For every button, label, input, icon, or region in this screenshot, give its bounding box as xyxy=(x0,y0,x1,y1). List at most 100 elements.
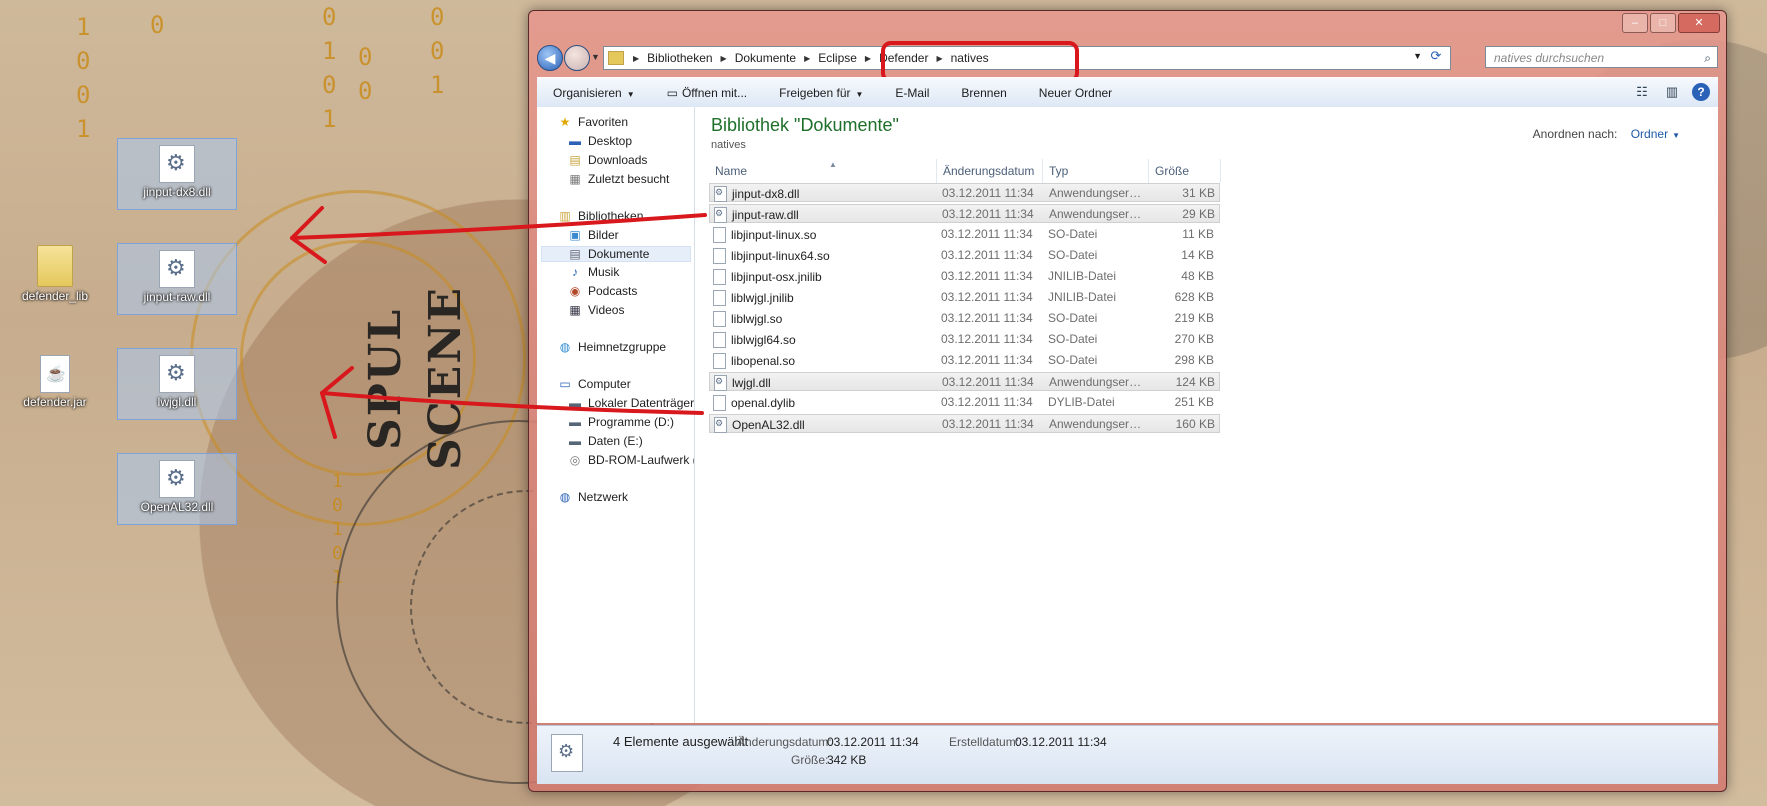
desktop-icon-defender-jar[interactable]: defender.jar xyxy=(0,355,110,425)
nav-music[interactable]: ♪ Musik xyxy=(567,265,619,279)
nav-label: Desktop xyxy=(588,134,633,148)
breadcrumb-eclipse[interactable]: Eclipse xyxy=(813,51,862,65)
file-type: Anwendungserwe... xyxy=(1049,207,1149,221)
file-row[interactable]: openal.dylib 03.12.2011 11:34 DYLIB-Datei 2… xyxy=(709,393,1220,412)
explorer-window: – □ ✕ ◀ ▼ ▶ Bibliotheken ▶ Dokumente ▶ E… xyxy=(528,10,1727,792)
file-row[interactable]: lwjgl.dll 03.12.2011 11:34 Anwendungserwe.… xyxy=(709,372,1220,391)
preview-pane-icon[interactable]: ▥ xyxy=(1662,83,1682,101)
nav-label: Bibliotheken xyxy=(578,209,644,223)
nav-pictures[interactable]: ▣ Bilder xyxy=(567,228,619,242)
arrange-by: Anordnen nach: Ordner ▼ xyxy=(1533,127,1680,141)
organize-button[interactable]: Organisieren ▼ xyxy=(537,86,651,100)
library-subtitle: natives xyxy=(711,139,746,151)
nav-downloads[interactable]: ▤ Downloads xyxy=(567,153,647,167)
file-row[interactable]: OpenAL32.dll 03.12.2011 11:34 Anwendungser… xyxy=(709,414,1220,433)
arrange-dropdown[interactable]: Ordner ▼ xyxy=(1631,127,1680,141)
refresh-icon[interactable]: ⟳ xyxy=(1426,48,1446,66)
search-input[interactable]: natives durchsuchen ⌕ xyxy=(1485,46,1718,68)
nav-documents[interactable]: ▤ Dokumente xyxy=(541,246,691,262)
nav-label: Musik xyxy=(588,265,620,279)
column-header-type[interactable]: Typ xyxy=(1043,159,1149,183)
generic-file-icon xyxy=(713,353,726,369)
nav-bdrom-drive[interactable]: ◎ BD-ROM-Laufwerk ( xyxy=(567,453,694,467)
desktop-icon-defender-lib[interactable]: defender_lib xyxy=(0,245,110,315)
breadcrumb-dokumente[interactable]: Dokumente xyxy=(730,51,801,65)
chevron-down-icon: ▼ xyxy=(855,90,864,99)
file-name-cell: lwjgl.dll xyxy=(714,375,932,391)
address-bar[interactable]: ▶ Bibliotheken ▶ Dokumente ▶ Eclipse ▶ D… xyxy=(603,41,1451,83)
chevron-right-icon[interactable]: ▶ xyxy=(801,54,813,63)
nav-local-disk[interactable]: ▬ Lokaler Datenträger xyxy=(567,396,694,410)
nav-network[interactable]: ◍ Netzwerk xyxy=(557,490,628,504)
file-row[interactable]: libopenal.so 03.12.2011 11:34 SO-Datei 298 … xyxy=(709,351,1220,370)
desktop-icon-openal32[interactable]: OpenAL32.dll xyxy=(117,453,237,525)
view-options-icon[interactable]: ☷ ▾ xyxy=(1632,83,1652,117)
minimize-button[interactable]: – xyxy=(1622,13,1648,33)
chevron-right-icon[interactable]: ▶ xyxy=(862,54,874,63)
help-icon[interactable]: ? xyxy=(1692,83,1710,101)
music-icon: ♪ xyxy=(572,265,578,279)
file-row[interactable]: liblwjgl.so 03.12.2011 11:34 SO-Datei 219 K… xyxy=(709,309,1220,328)
file-row[interactable]: jinput-raw.dll 03.12.2011 11:34 Anwendungs… xyxy=(709,204,1220,223)
open-with-button[interactable]: ▭ Öffnen mit... xyxy=(651,86,763,100)
desktop-icon-jinput-dx8[interactable]: jinput-dx8.dll xyxy=(117,138,237,210)
nav-label: Bilder xyxy=(588,228,619,242)
column-header-name[interactable]: Name ▲ xyxy=(709,159,937,183)
nav-programs-drive[interactable]: ▬ Programme (D:) xyxy=(567,415,674,429)
nav-homegroup[interactable]: ◍ Heimnetzgruppe xyxy=(557,340,666,354)
search-icon[interactable]: ⌕ xyxy=(1704,47,1711,69)
chevron-right-icon[interactable]: ▶ xyxy=(630,54,642,63)
file-row[interactable]: libjinput-osx.jnilib 03.12.2011 11:34 JNIL… xyxy=(709,267,1220,286)
generic-file-icon xyxy=(713,290,726,306)
window-controls: – □ ✕ xyxy=(1622,13,1720,33)
file-name-cell: OpenAL32.dll xyxy=(714,417,932,433)
file-row[interactable]: libjinput-linux.so 03.12.2011 11:34 SO-Dat… xyxy=(709,225,1220,244)
chevron-right-icon[interactable]: ▶ xyxy=(718,54,730,63)
burn-button[interactable]: Brennen xyxy=(945,86,1022,100)
file-type: DYLIB-Datei xyxy=(1048,395,1115,409)
share-button[interactable]: Freigeben für ▼ xyxy=(763,86,879,100)
nav-label: Heimnetzgruppe xyxy=(578,340,667,354)
address-dropdown-icon[interactable]: ▼ xyxy=(1413,51,1422,61)
file-date: 03.12.2011 11:34 xyxy=(941,290,1033,304)
desktop-icon: ▬ xyxy=(569,134,581,148)
file-row[interactable]: libjinput-linux64.so 03.12.2011 11:34 SO-D… xyxy=(709,246,1220,265)
file-row[interactable]: liblwjgl.jnilib 03.12.2011 11:34 JNILIB-Da… xyxy=(709,288,1220,307)
forward-button[interactable] xyxy=(564,45,590,71)
column-header-date[interactable]: Änderungsdatum xyxy=(937,159,1043,183)
nav-libraries[interactable]: ▥ Bibliotheken xyxy=(557,209,643,223)
disc-icon: ◎ xyxy=(569,453,581,467)
back-button[interactable]: ◀ xyxy=(537,45,563,71)
desktop-icon-lwjgl[interactable]: lwjgl.dll xyxy=(117,348,237,420)
file-size: 251 KB xyxy=(1174,395,1214,409)
recent-pages-dropdown[interactable]: ▼ xyxy=(591,52,600,62)
email-button[interactable]: E-Mail xyxy=(879,86,945,100)
file-name: liblwjgl.jnilib xyxy=(731,291,794,305)
nav-recent[interactable]: ▦ Zuletzt besucht xyxy=(567,172,669,186)
breadcrumb-bibliotheken[interactable]: Bibliotheken xyxy=(642,51,717,65)
desktop-icon-label: defender.jar xyxy=(23,395,87,409)
wallpaper-stamp: SPUL xyxy=(360,307,411,450)
nav-desktop[interactable]: ▬ Desktop xyxy=(567,134,632,148)
nav-data-drive[interactable]: ▬ Daten (E:) xyxy=(567,434,643,448)
library-title: Bibliothek "Dokumente" xyxy=(711,115,899,135)
close-button[interactable]: ✕ xyxy=(1678,13,1720,33)
maximize-button[interactable]: □ xyxy=(1650,13,1676,33)
file-name: libopenal.so xyxy=(731,354,796,368)
file-row[interactable]: liblwjgl64.so 03.12.2011 11:34 SO-Datei 270… xyxy=(709,330,1220,349)
nav-podcasts[interactable]: ◉ Podcasts xyxy=(567,284,638,298)
dll-file-icon xyxy=(714,417,727,433)
dll-file-icon xyxy=(714,375,727,391)
desktop-icon-jinput-raw[interactable]: jinput-raw.dll xyxy=(117,243,237,315)
file-name-cell: jinput-dx8.dll xyxy=(714,186,932,202)
file-date: 03.12.2011 11:34 xyxy=(941,269,1033,283)
drive-icon: ▬ xyxy=(569,396,581,410)
nav-favorites[interactable]: ★ Favoriten xyxy=(557,115,628,129)
new-folder-button[interactable]: Neuer Ordner xyxy=(1023,86,1128,100)
desktop-icon-label: OpenAL32.dll xyxy=(140,500,214,514)
column-header-size[interactable]: Größe xyxy=(1149,159,1221,183)
nav-videos[interactable]: ▦ Videos xyxy=(567,303,624,317)
file-row[interactable]: jinput-dx8.dll 03.12.2011 11:34 Anwendungs… xyxy=(709,183,1220,202)
file-name: liblwjgl64.so xyxy=(731,333,796,347)
nav-computer[interactable]: ▭ Computer xyxy=(557,377,630,391)
